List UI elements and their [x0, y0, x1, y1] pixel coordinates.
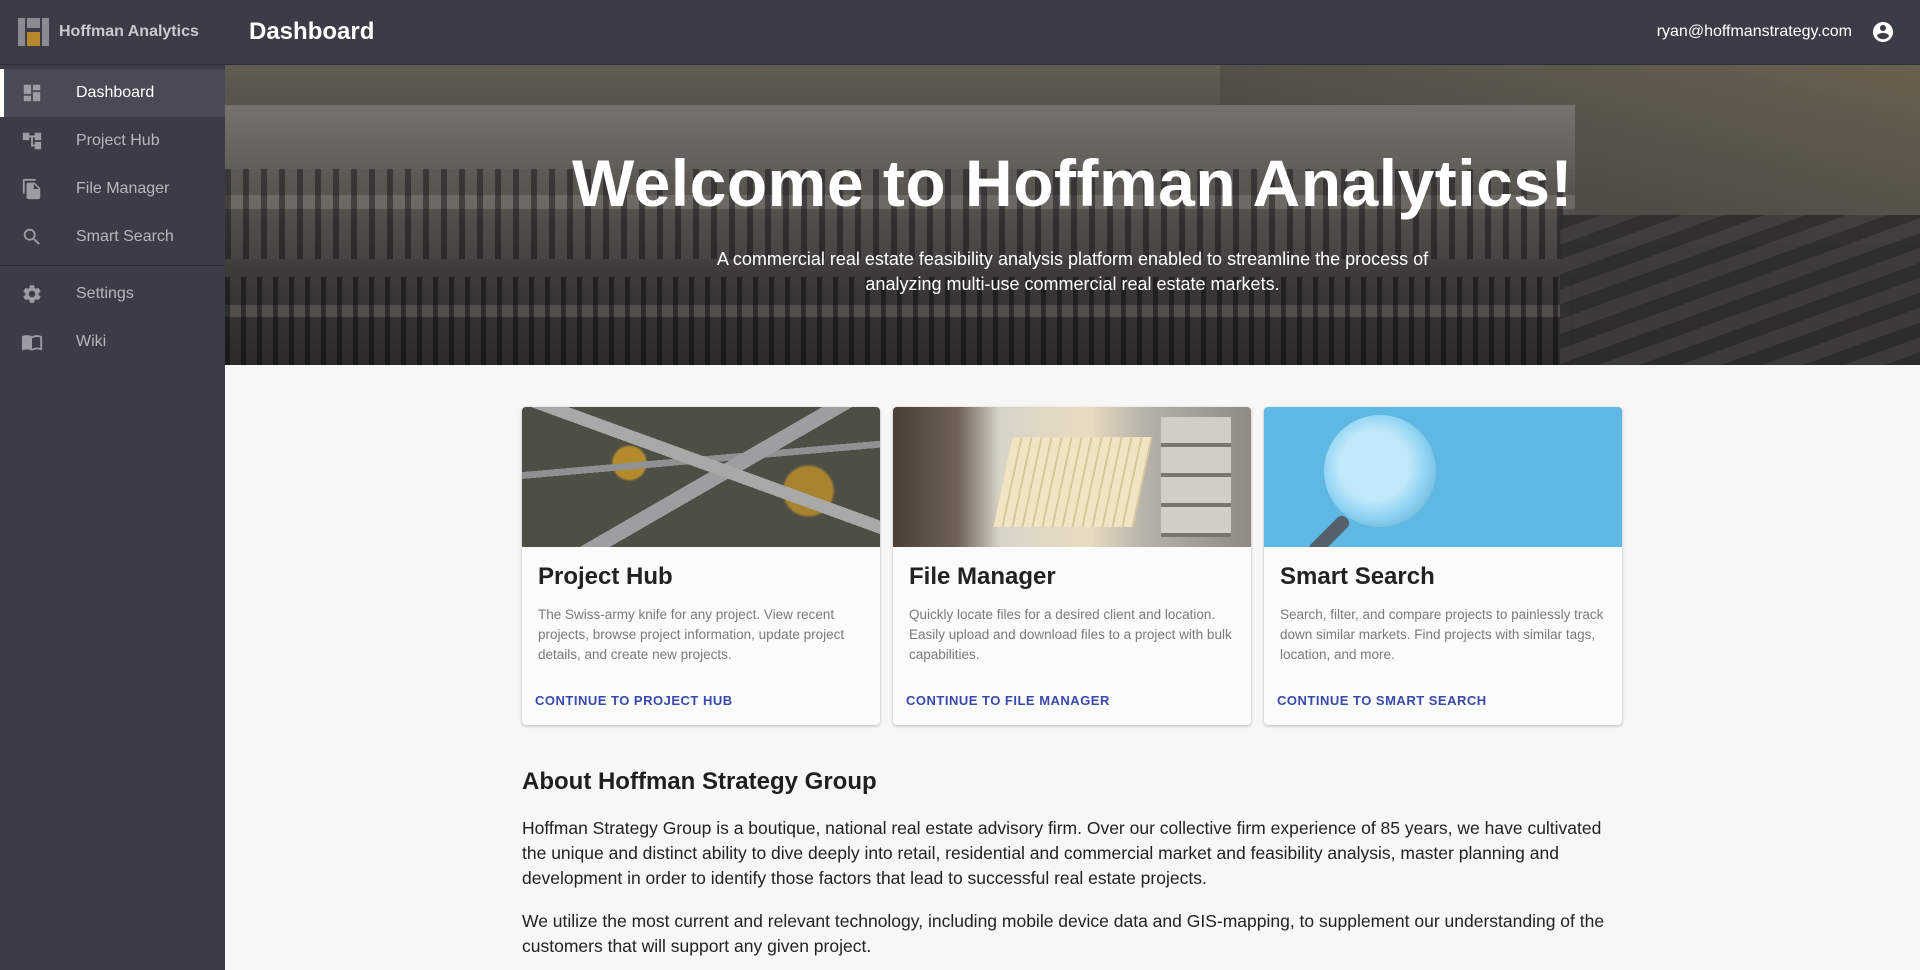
- brand-name: Hoffman Analytics: [59, 23, 199, 40]
- card-body: Smart Search Search, filter, and compare…: [1264, 547, 1622, 675]
- brand-logo-icon: [18, 18, 49, 46]
- sidebar-item-label: File Manager: [76, 180, 170, 197]
- sidebar-item-file-manager[interactable]: File Manager: [0, 165, 225, 213]
- project-hub-icon: [20, 129, 44, 153]
- gear-icon: [20, 282, 44, 306]
- card-image-magnifying-glass: [1264, 407, 1622, 547]
- card-body: Project Hub The Swiss-army knife for any…: [522, 547, 880, 675]
- user-email: ryan@hoffmanstrategy.com: [1656, 23, 1852, 40]
- sidebar: Hoffman Analytics Dashboard Project Hub …: [0, 0, 225, 970]
- sidebar-item-dashboard[interactable]: Dashboard: [0, 69, 225, 117]
- card-description: The Swiss-army knife for any project. Vi…: [538, 607, 845, 662]
- card-description: Quickly locate files for a desired clien…: [909, 607, 1232, 662]
- sidebar-item-project-hub[interactable]: Project Hub: [0, 117, 225, 165]
- account-circle-icon[interactable]: [1870, 19, 1896, 45]
- page-title: Dashboard: [249, 18, 375, 45]
- sidebar-item-label: Project Hub: [76, 132, 160, 149]
- continue-to-file-manager-button[interactable]: CONTINUE TO FILE MANAGER: [906, 693, 1110, 708]
- hero-subtitle: A commercial real estate feasibility ana…: [716, 249, 1429, 294]
- card-description: Search, filter, and compare projects to …: [1280, 607, 1604, 662]
- search-icon: [20, 225, 44, 249]
- sidebar-item-label: Wiki: [76, 333, 107, 350]
- sidebar-item-label: Dashboard: [76, 84, 155, 101]
- card-title: Smart Search: [1280, 563, 1435, 590]
- card-smart-search: Smart Search Search, filter, and compare…: [1264, 407, 1622, 725]
- about-heading: About Hoffman Strategy Group: [522, 768, 877, 795]
- top-app-bar: Dashboard ryan@hoffmanstrategy.com: [225, 0, 1920, 65]
- sidebar-item-label: Smart Search: [76, 228, 174, 245]
- card-title: Project Hub: [538, 563, 673, 590]
- card-body: File Manager Quickly locate files for a …: [893, 547, 1251, 675]
- book-icon: [20, 330, 44, 354]
- file-manager-icon: [20, 177, 44, 201]
- sidebar-divider: [0, 265, 225, 266]
- sidebar-item-label: Settings: [76, 285, 134, 302]
- card-image-file-cabinet: [893, 407, 1251, 547]
- sidebar-item-wiki[interactable]: Wiki: [0, 318, 225, 366]
- user-menu: ryan@hoffmanstrategy.com: [1657, 19, 1896, 45]
- hero-content: Welcome to Hoffman Analytics! A commerci…: [225, 65, 1920, 365]
- hero-banner: Welcome to Hoffman Analytics! A commerci…: [225, 65, 1920, 365]
- brand[interactable]: Hoffman Analytics: [0, 0, 225, 65]
- about-paragraph: Hoffman Strategy Group is a boutique, na…: [522, 818, 1602, 888]
- card-project-hub: Project Hub The Swiss-army knife for any…: [522, 407, 880, 725]
- hero-title: Welcome to Hoffman Analytics!: [572, 146, 1573, 220]
- feature-cards: Project Hub The Swiss-army knife for any…: [522, 407, 1622, 725]
- sidebar-item-settings[interactable]: Settings: [0, 270, 225, 318]
- card-title: File Manager: [909, 563, 1056, 590]
- card-image-highway: [522, 407, 880, 547]
- about-paragraph: We utilize the most current and relevant…: [522, 911, 1605, 956]
- card-file-manager: File Manager Quickly locate files for a …: [893, 407, 1251, 725]
- about-section: About Hoffman Strategy Group Hoffman Str…: [522, 768, 1622, 970]
- continue-to-smart-search-button[interactable]: CONTINUE TO SMART SEARCH: [1277, 693, 1487, 708]
- sidebar-nav: Dashboard Project Hub File Manager Smart…: [0, 65, 225, 366]
- sidebar-item-smart-search[interactable]: Smart Search: [0, 213, 225, 261]
- dashboard-icon: [20, 81, 44, 105]
- continue-to-project-hub-button[interactable]: CONTINUE TO PROJECT HUB: [535, 693, 733, 708]
